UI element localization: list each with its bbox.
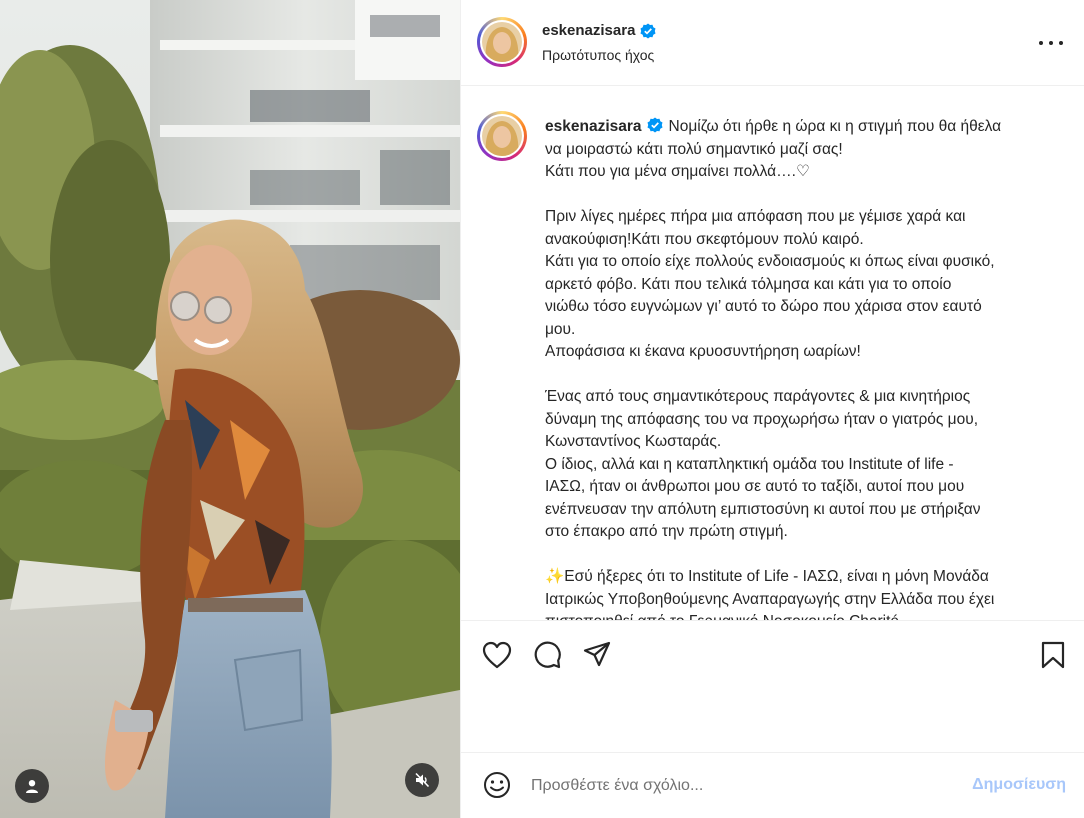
- save-button[interactable]: [1037, 639, 1069, 671]
- comment-button[interactable]: [531, 639, 563, 671]
- caption-line: Κάτι για το οποίο είχε πολλούς ενδοιασμο…: [545, 253, 995, 270]
- share-button[interactable]: [581, 639, 613, 671]
- caption-line: Κωνσταντίνος Κωσταράς.: [545, 433, 722, 450]
- caption-avatar[interactable]: [477, 111, 527, 161]
- verified-badge-icon: [647, 117, 663, 133]
- post-media[interactable]: [0, 0, 460, 818]
- caption-line: μου.: [545, 320, 576, 338]
- caption-line: Νομίζω ότι ήρθε η ώρα κι η στιγμή που θα…: [668, 118, 1002, 135]
- caption-line: να μοιραστώ κάτι πολύ σημαντικό μαζί σας…: [545, 140, 843, 158]
- avatar[interactable]: [477, 17, 527, 67]
- more-options-icon[interactable]: [1039, 33, 1063, 53]
- comment-input[interactable]: [531, 773, 931, 799]
- heart-icon: [482, 641, 512, 669]
- verified-badge-icon: [640, 23, 656, 38]
- caption-line: Ιατρικώς Υποβοηθούμενης Αναπαραγωγής στη…: [545, 590, 995, 608]
- comment-icon: [534, 641, 561, 669]
- caption-line: πιστοποιηθεί από το Γερμανικό Νοσοκομείο…: [545, 611, 1067, 620]
- caption-line: Ένας από τους σημαντικότερους παράγοντες…: [545, 388, 971, 405]
- caption-line: αρκετό φόβο. Κάτι που τελικά τόλμησα και…: [545, 275, 952, 293]
- caption-line: [545, 544, 1067, 567]
- bookmark-icon: [1041, 641, 1065, 669]
- caption-line: δύναμη της απόφασης του να προχωρήσω ήτα…: [545, 410, 979, 428]
- username-link[interactable]: eskenazisara: [542, 22, 635, 39]
- user-icon: [26, 780, 38, 793]
- action-bar: [461, 620, 1084, 752]
- caption-line: Αποφάσισα κι έκανα κρυοσυντήρηση ωαρίων!: [545, 343, 861, 360]
- post-comment-button[interactable]: Δημοσίευση: [972, 776, 1066, 794]
- emoji-icon: [484, 772, 510, 798]
- mute-toggle-button[interactable]: [405, 763, 439, 797]
- share-icon: [583, 641, 611, 667]
- post-header: eskenazisara Πρωτότυπος ήχος: [461, 0, 1084, 86]
- caption-line: ✨Εσύ ήξερες ότι το Institute of Life - Ι…: [545, 568, 989, 585]
- caption-line: στο έπακρο από την πρώτη στιγμή.: [545, 523, 788, 540]
- caption-line: νιώθω τόσο ευγνώμων γι’ αυτό το δώρο που…: [545, 298, 982, 315]
- caption-line: ενέπνευσαν την απόλυτη εμπιστοσύνη κι αυ…: [545, 500, 981, 518]
- post-caption: eskenazisara Νομίζω ότι ήρθε η ώρα κι η σ…: [545, 116, 1067, 620]
- caption-line: [545, 184, 1067, 207]
- caption-line: Κάτι που για μένα σημαίνει πολλά….♡: [545, 163, 810, 180]
- comments-area[interactable]: eskenazisara Νομίζω ότι ήρθε η ώρα κι η σ…: [461, 87, 1084, 620]
- emoji-picker-button[interactable]: [481, 769, 513, 801]
- muted-icon: [415, 772, 430, 788]
- audio-label[interactable]: Πρωτότυπος ήχος: [542, 47, 654, 63]
- caption-line: [545, 364, 1067, 387]
- comment-bar: Δημοσίευση: [461, 752, 1084, 818]
- caption-username[interactable]: eskenazisara: [545, 118, 642, 135]
- caption-line: ΙΑΣΩ, ήταν οι άνθρωποι μου σε αυτό το τα…: [545, 478, 965, 495]
- caption-line: ανακούφιση!Κάτι που σκεφτόμουν πολύ καιρ…: [545, 230, 864, 248]
- caption-line: Ο ίδιος, αλλά και η καταπληκτική ομάδα τ…: [545, 455, 954, 473]
- like-button[interactable]: [481, 639, 513, 671]
- post-side-panel: eskenazisara Πρωτότυπος ήχος eskenazisar…: [460, 0, 1084, 818]
- caption-line: Πριν λίγες ημέρες πήρα μια απόφαση που μ…: [545, 208, 966, 225]
- post-photo: [0, 0, 460, 818]
- tagged-users-button[interactable]: [15, 769, 49, 803]
